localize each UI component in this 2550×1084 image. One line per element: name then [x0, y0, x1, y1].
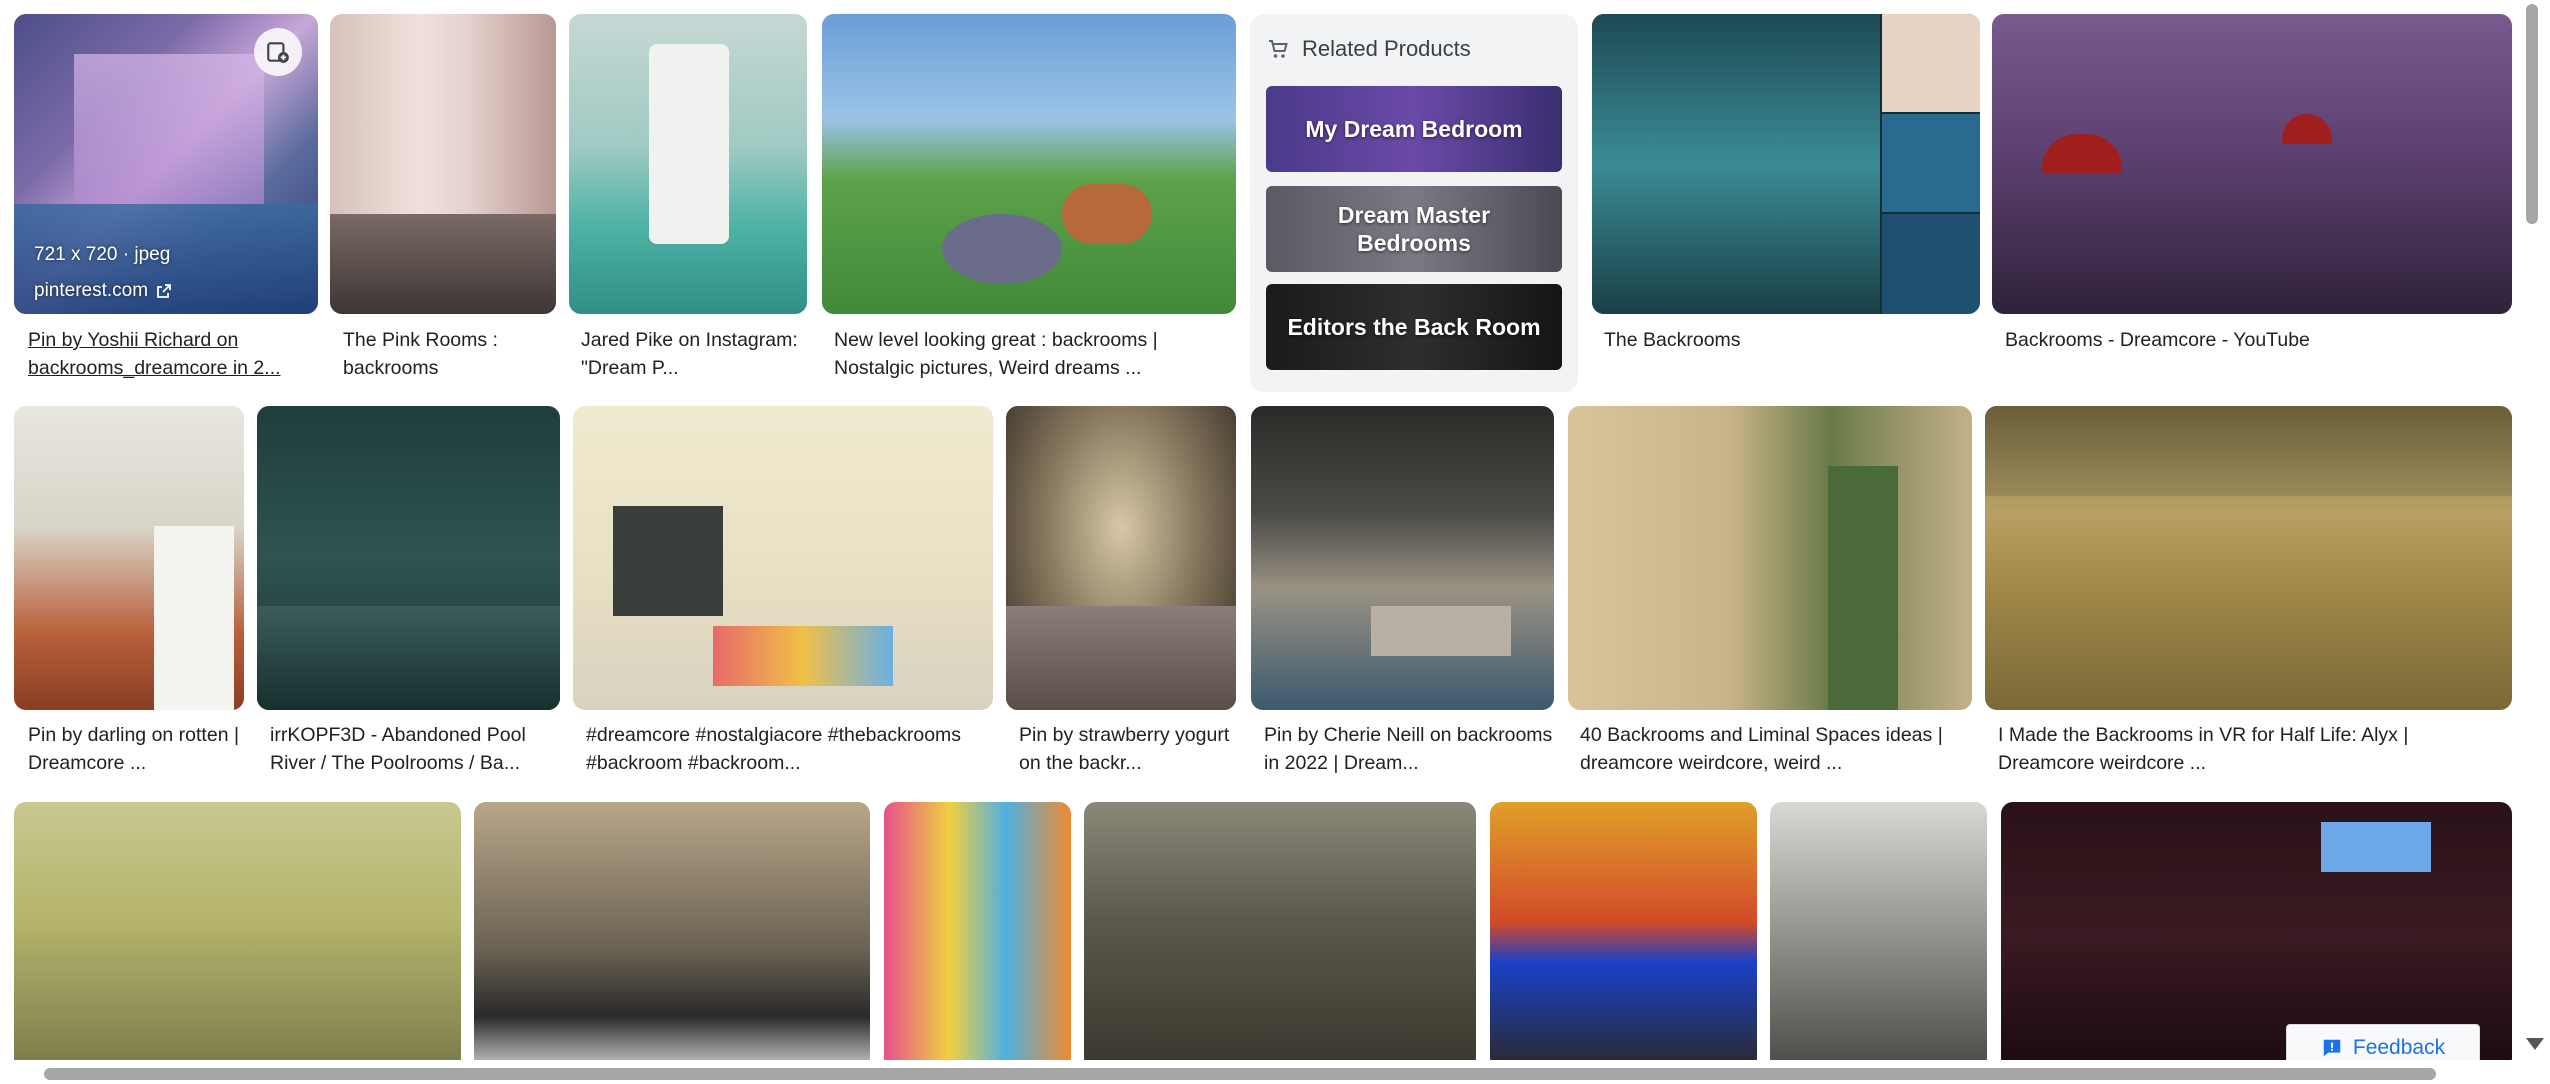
- result-image[interactable]: [1006, 406, 1236, 710]
- image-source-link[interactable]: pinterest.com: [34, 280, 172, 302]
- image-content: [154, 526, 234, 710]
- result-caption[interactable]: irrKOPF3D - Abandoned Pool River / The P…: [270, 721, 560, 779]
- result-image[interactable]: [1490, 802, 1757, 1070]
- image-content: [2042, 134, 2122, 174]
- image-content: [330, 214, 556, 314]
- save-to-collection-icon: [267, 42, 289, 63]
- vertical-scrollbar[interactable]: [2526, 0, 2546, 1084]
- result-image[interactable]: [1770, 802, 1987, 1070]
- horizontal-scrollbar-thumb[interactable]: [44, 1068, 2436, 1080]
- image-content: [1371, 606, 1511, 656]
- image-content: [1985, 406, 2512, 496]
- result-caption[interactable]: 40 Backrooms and Liminal Spaces ideas | …: [1580, 721, 1970, 779]
- horizontal-scrollbar[interactable]: [0, 1060, 2550, 1084]
- image-content: [1882, 214, 1980, 314]
- image-content: [1062, 184, 1152, 244]
- image-content: [1828, 466, 1898, 710]
- image-content: [649, 44, 729, 244]
- result-caption[interactable]: Jared Pike on Instagram: "Dream P...: [581, 326, 801, 384]
- result-image[interactable]: 721 x 720 · jpeg pinterest.com: [14, 14, 318, 314]
- result-image[interactable]: [1592, 14, 1980, 314]
- result-image[interactable]: [569, 14, 807, 314]
- result-image[interactable]: [14, 406, 244, 710]
- cart-icon: [1269, 40, 1288, 58]
- image-content: [2321, 822, 2431, 872]
- result-image[interactable]: [1985, 406, 2512, 710]
- image-content: [1592, 14, 1880, 314]
- result-image[interactable]: [14, 802, 461, 1070]
- result-image[interactable]: [573, 406, 993, 710]
- image-content: [257, 606, 560, 710]
- result-image[interactable]: [1992, 14, 2512, 314]
- image-content: [1882, 114, 1980, 212]
- image-content: [74, 54, 264, 204]
- image-content: [613, 506, 723, 616]
- related-product-label: Dream Master Bedrooms: [1337, 202, 1491, 256]
- related-product-editors-the-back-room[interactable]: Editors the Back Room: [1266, 284, 1562, 370]
- image-source: pinterest.com: [34, 280, 149, 301]
- image-content: [1882, 14, 1980, 112]
- related-product-label: My Dream Bedroom: [1305, 116, 1523, 142]
- result-caption[interactable]: Pin by Cherie Neill on backrooms in 2022…: [1264, 721, 1554, 779]
- result-caption[interactable]: Pin by Yoshii Richard on backrooms_dream…: [28, 326, 298, 384]
- result-caption[interactable]: New level looking great : backrooms | No…: [834, 326, 1234, 384]
- vertical-scrollbar-thumb[interactable]: [2526, 4, 2538, 224]
- related-product-dream-master-bedrooms[interactable]: Dream Master Bedrooms: [1266, 186, 1562, 272]
- result-caption[interactable]: Pin by strawberry yogurt on the backr...: [1019, 721, 1234, 779]
- result-image[interactable]: [1084, 802, 1476, 1070]
- image-content: [1006, 606, 1236, 710]
- result-image[interactable]: [884, 802, 1071, 1070]
- open-external-icon: [157, 284, 171, 298]
- result-image[interactable]: [474, 802, 870, 1070]
- result-image[interactable]: [822, 14, 1236, 314]
- feedback-icon: [2323, 1039, 2341, 1057]
- related-products-header: Related Products: [1266, 36, 1471, 62]
- result-image[interactable]: [330, 14, 556, 314]
- image-content: [942, 214, 1062, 284]
- result-image[interactable]: [1251, 406, 1554, 710]
- result-caption[interactable]: Backrooms - Dreamcore - YouTube: [2005, 326, 2505, 356]
- result-image[interactable]: [1568, 406, 1972, 710]
- image-dimensions: 721 x 720 · jpeg: [34, 244, 171, 265]
- related-products-title: Related Products: [1302, 36, 1471, 61]
- feedback-label: Feedback: [2352, 1036, 2446, 1059]
- image-content: [713, 626, 893, 686]
- related-product-label: Editors the Back Room: [1287, 314, 1541, 340]
- result-image[interactable]: [257, 406, 560, 710]
- result-caption[interactable]: The Pink Rooms : backrooms: [343, 326, 553, 384]
- image-content: [2282, 114, 2332, 144]
- result-caption[interactable]: Pin by darling on rotten | Dreamcore ...: [28, 721, 243, 779]
- result-caption[interactable]: The Backrooms: [1604, 326, 1974, 356]
- result-caption[interactable]: I Made the Backrooms in VR for Half Life…: [1998, 721, 2508, 779]
- related-products-card: Related Products My Dream Bedroom Dream …: [1250, 14, 1578, 392]
- scroll-down-arrow[interactable]: [2526, 1038, 2544, 1050]
- save-to-collection-button[interactable]: [254, 28, 302, 76]
- related-product-my-dream-bedroom[interactable]: My Dream Bedroom: [1266, 86, 1562, 172]
- result-caption[interactable]: #dreamcore #nostalgiacore #thebackrooms …: [586, 721, 991, 779]
